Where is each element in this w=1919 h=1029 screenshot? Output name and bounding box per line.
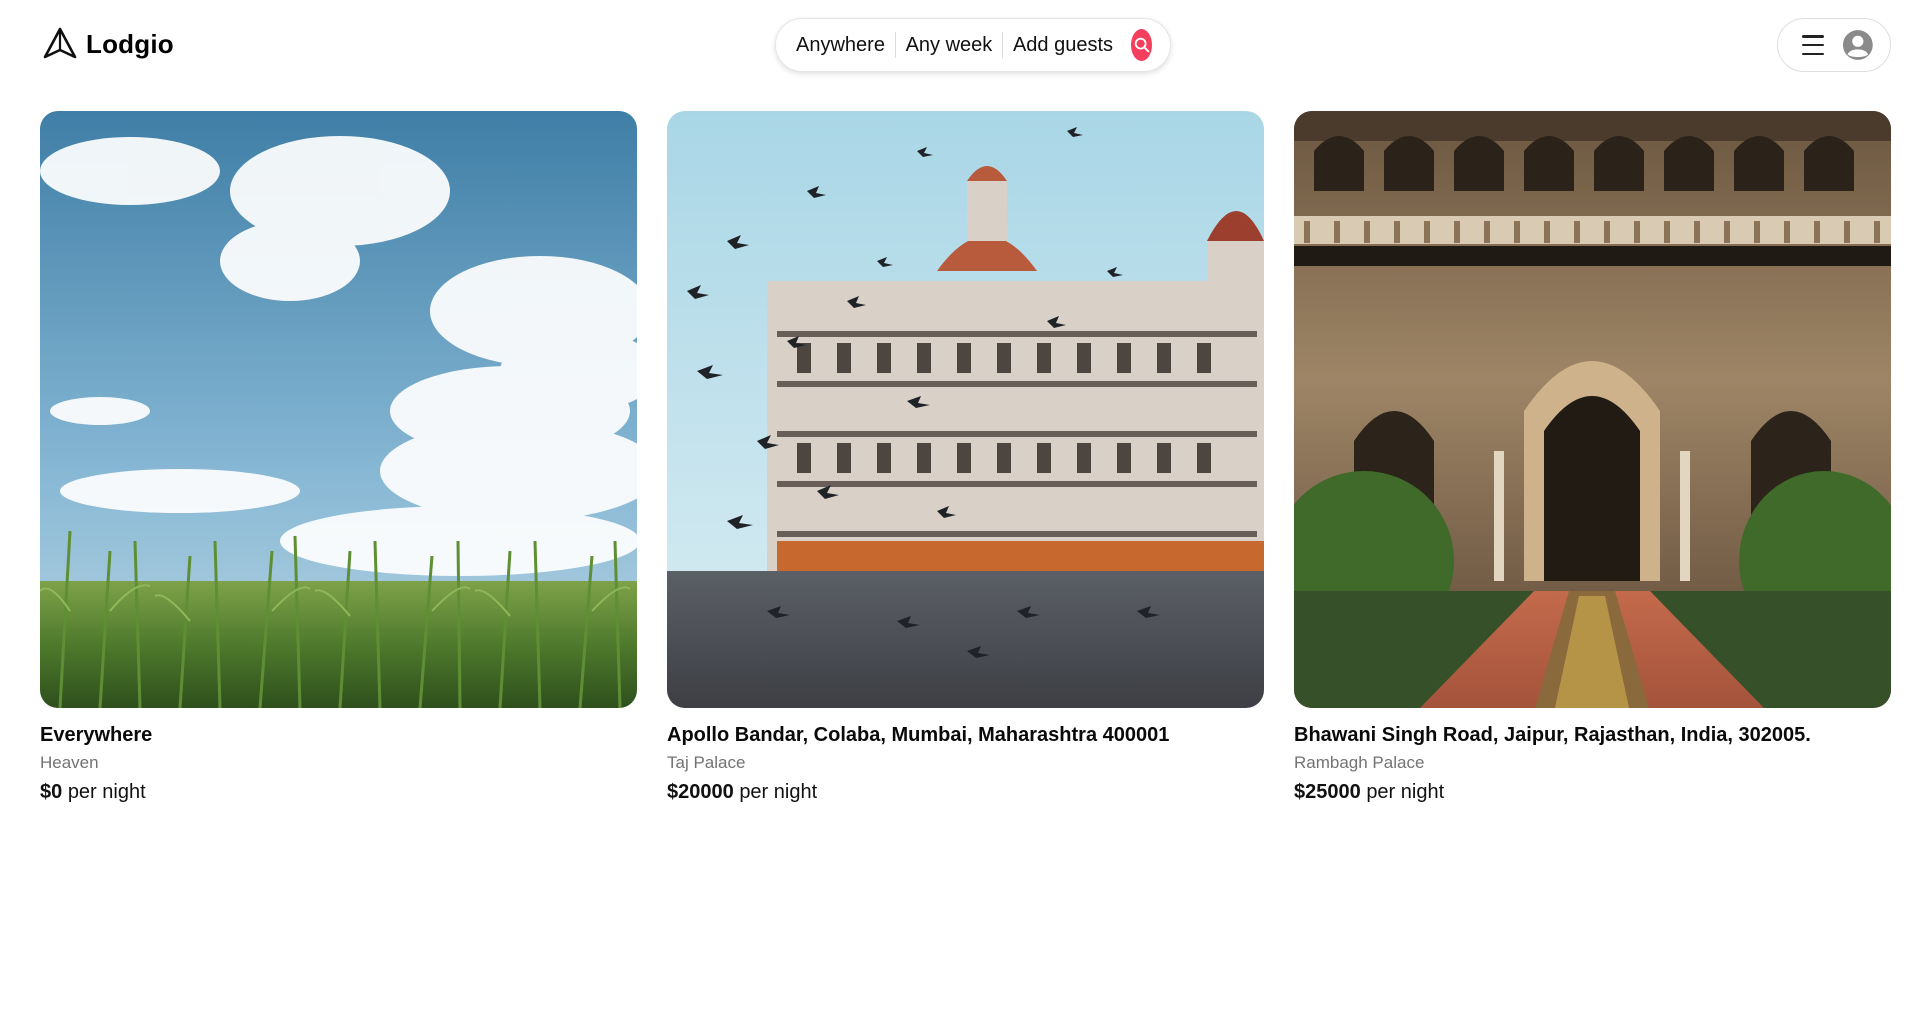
palace-birds-image <box>667 111 1264 708</box>
search-submit-button[interactable] <box>1131 29 1152 61</box>
search-location-button[interactable]: Anywhere <box>796 34 895 57</box>
price-amount: $25000 <box>1294 781 1361 803</box>
price-unit: per night <box>739 781 818 803</box>
sky-cornfield-image <box>40 111 637 708</box>
listing-card[interactable]: Everywhere Heaven $0 per night <box>40 111 637 804</box>
price-unit: per night <box>1366 781 1445 803</box>
avatar-icon <box>1843 30 1874 60</box>
listing-location: Bhawani Singh Road, Jaipur, Rajasthan, I… <box>1294 724 1811 746</box>
price-amount: $20000 <box>667 781 734 803</box>
listing-photo[interactable] <box>1294 111 1891 708</box>
search-bar[interactable]: Anywhere Any week Add guests <box>775 18 1171 72</box>
listing-card[interactable]: Apollo Bandar, Colaba, Mumbai, Maharasht… <box>667 111 1264 804</box>
listing-location: Apollo Bandar, Colaba, Mumbai, Maharasht… <box>667 724 1170 746</box>
listing-price: $25000 per night <box>1294 781 1891 804</box>
listing-name: Rambagh Palace <box>1294 753 1425 772</box>
user-menu-button[interactable] <box>1777 18 1891 72</box>
brand-logo[interactable]: Lodgio <box>42 26 174 62</box>
listing-location: Everywhere <box>40 724 153 746</box>
price-amount: $0 <box>40 781 63 803</box>
listing-price: $20000 per night <box>667 781 1264 804</box>
listing-photo[interactable] <box>667 111 1264 708</box>
price-unit: per night <box>67 781 146 803</box>
search-week-button[interactable]: Any week <box>896 34 1003 57</box>
paper-plane-icon <box>43 27 77 59</box>
brand-name: Lodgio <box>86 28 174 59</box>
top-navbar: Lodgio Anywhere Any week Add guests <box>0 0 1919 90</box>
listing-price: $0 per night <box>40 781 637 804</box>
hamburger-icon <box>1802 35 1825 55</box>
listing-name: Taj Palace <box>667 753 746 772</box>
search-guests-button[interactable]: Add guests <box>1003 34 1123 57</box>
listing-card[interactable]: Bhawani Singh Road, Jaipur, Rajasthan, I… <box>1294 111 1891 804</box>
listings-grid: Everywhere Heaven $0 per night Apollo Ba… <box>40 111 1891 804</box>
search-icon <box>1134 37 1149 53</box>
listing-photo[interactable] <box>40 111 637 708</box>
listing-name: Heaven <box>40 753 99 772</box>
arched-courtyard-image <box>1294 111 1891 708</box>
